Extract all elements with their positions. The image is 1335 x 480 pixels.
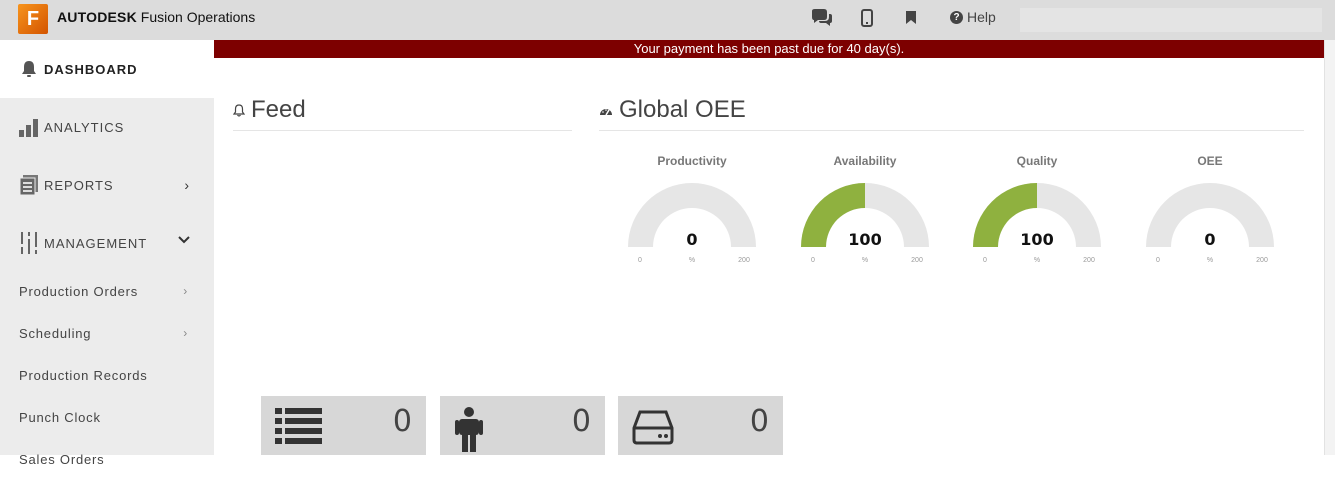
- gauge-unit-label: %: [1034, 257, 1040, 264]
- gauge-max-label: 200: [1083, 257, 1095, 264]
- gauge-label: Productivity: [657, 154, 727, 168]
- sidebar-subitem-punch-clock[interactable]: Punch Clock: [0, 396, 214, 438]
- sidebar-item-analytics[interactable]: ANALYTICS: [0, 98, 214, 156]
- oee-divider: [599, 130, 1304, 131]
- subitem-label: Punch Clock: [19, 409, 101, 425]
- gauge-dial: 100 0% 200: [973, 182, 1101, 264]
- feed-title: Feed: [232, 96, 306, 124]
- bar-chart-icon: [18, 117, 40, 137]
- brand-name: AUTODESK: [57, 9, 137, 25]
- sidebar-item-label: ANALYTICS: [44, 119, 125, 135]
- sidebar-subitem-sales-orders[interactable]: Sales Orders: [0, 438, 214, 480]
- gauge-label: Availability: [833, 154, 897, 168]
- gauge-value: 100: [848, 230, 881, 249]
- gauge-availability: Availability 100 0% 200: [795, 150, 935, 270]
- gauge-min-label: 0: [638, 257, 642, 264]
- gauge-unit-label: %: [862, 257, 868, 264]
- chevron-right-icon: ›: [184, 177, 190, 193]
- gauge-dial: 100 0% 200: [801, 182, 929, 264]
- oee-title-text: Global OEE: [619, 96, 746, 123]
- gauge-unit-label: %: [689, 257, 695, 264]
- orders-count-tile[interactable]: 0: [261, 396, 426, 455]
- subitem-label: Production Orders: [19, 283, 139, 299]
- bell-icon: [18, 60, 40, 78]
- gauge-value: 0: [686, 230, 697, 249]
- oee-title: Global OEE: [599, 96, 746, 124]
- bell-outline-icon: [232, 96, 246, 124]
- help-label: Help: [967, 9, 996, 25]
- gauge-max-label: 200: [1256, 257, 1268, 264]
- gauge-value: 100: [1020, 230, 1053, 249]
- feed-title-text: Feed: [251, 96, 306, 123]
- gauge-productivity: Productivity 0 0% 200: [622, 150, 762, 270]
- sidebar-item-label: MANAGEMENT: [44, 235, 148, 251]
- gauge-quality: Quality 100 0% 200: [967, 150, 1107, 270]
- app-logo[interactable]: F: [18, 4, 48, 34]
- payment-banner: Your payment has been past due for 40 da…: [214, 40, 1324, 58]
- gauge-oee: OEE 0 0% 200: [1140, 150, 1280, 270]
- sliders-icon: [18, 232, 40, 254]
- sidebar-item-management[interactable]: MANAGEMENT: [0, 214, 214, 272]
- question-icon: ?: [950, 10, 963, 24]
- gauge-label: OEE: [1197, 154, 1223, 168]
- bookmark-icon[interactable]: [898, 7, 924, 29]
- sidebar-subitem-production-records[interactable]: Production Records: [0, 354, 214, 396]
- sidebar-item-label: REPORTS: [44, 177, 114, 193]
- sidebar-item-label: DASHBOARD: [44, 61, 138, 77]
- product-name: Fusion Operations: [140, 9, 256, 25]
- workers-count: 0: [571, 404, 591, 439]
- gauge-max-label: 200: [911, 257, 923, 264]
- sidebar-item-reports[interactable]: REPORTS ›: [0, 156, 214, 214]
- sidebar-item-dashboard[interactable]: DASHBOARD: [0, 40, 214, 98]
- vertical-scrollbar[interactable]: [1324, 40, 1335, 455]
- top-search-field[interactable]: [1020, 8, 1322, 32]
- gauge-min-label: 0: [811, 257, 815, 264]
- orders-count: 0: [392, 404, 412, 439]
- person-icon: [454, 406, 484, 457]
- gauge-label: Quality: [1016, 154, 1058, 168]
- gauge-unit-label: %: [1207, 257, 1213, 264]
- chat-icon[interactable]: [809, 7, 835, 29]
- gauge-min-label: 0: [1156, 257, 1160, 264]
- hard-drive-icon: [632, 406, 674, 451]
- gauge-dial: 0 0% 200: [628, 182, 756, 264]
- help-link[interactable]: ? Help: [950, 9, 996, 25]
- mobile-icon[interactable]: [854, 7, 880, 29]
- machines-count-tile[interactable]: 0: [618, 396, 783, 455]
- report-icon: [18, 175, 40, 195]
- gauge-value: 0: [1204, 230, 1215, 249]
- chevron-right-icon: ›: [183, 284, 188, 298]
- chevron-right-icon: ›: [183, 326, 188, 340]
- sidebar-subitem-production-orders[interactable]: Production Orders ›: [0, 270, 214, 312]
- chevron-down-icon: [178, 231, 190, 249]
- gauge-max-label: 200: [738, 257, 750, 264]
- machines-count: 0: [749, 404, 769, 439]
- feed-divider: [233, 130, 572, 131]
- list-icon: [275, 406, 323, 451]
- workers-count-tile[interactable]: 0: [440, 396, 605, 455]
- top-bar: F AUTODESK Fusion Operations ? Help: [0, 0, 1335, 40]
- gauge-dial: 0 0% 200: [1146, 182, 1274, 264]
- app-brand: AUTODESK Fusion Operations: [57, 9, 255, 25]
- gauge-min-label: 0: [983, 257, 987, 264]
- subitem-label: Scheduling: [19, 325, 92, 341]
- subitem-label: Production Records: [19, 367, 148, 383]
- sidebar-subitem-scheduling[interactable]: Scheduling ›: [0, 312, 214, 354]
- dashboard-gauge-icon: [599, 96, 613, 124]
- sidebar: DASHBOARD ANALYTICS REPORTS › MANAGEMENT…: [0, 40, 214, 467]
- subitem-label: Sales Orders: [19, 451, 105, 467]
